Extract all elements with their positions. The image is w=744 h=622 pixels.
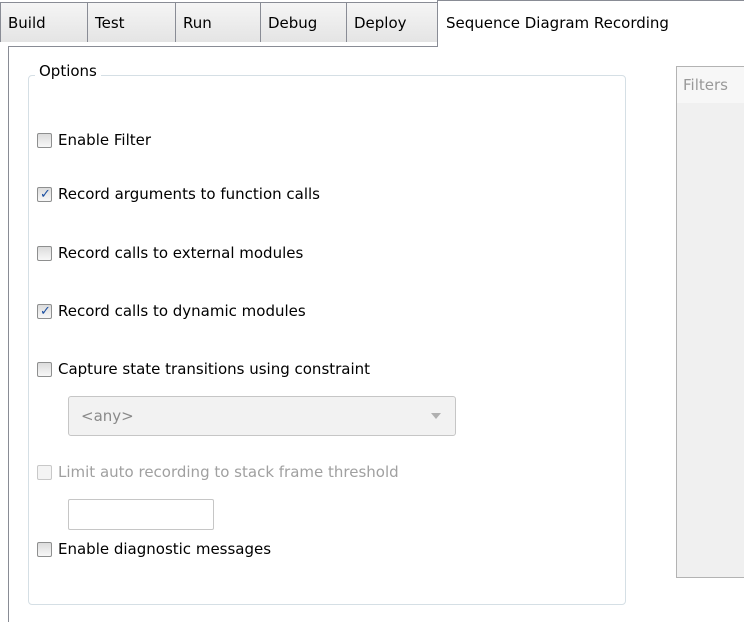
constraint-select[interactable]: <any>	[68, 396, 456, 436]
tab-sequence-diagram-recording[interactable]: Sequence Diagram Recording	[437, 0, 744, 47]
checkbox-box[interactable]	[37, 361, 52, 377]
checkbox-box[interactable]	[37, 245, 52, 261]
checkmark-icon: ✓	[40, 303, 51, 319]
capture-state-checkbox[interactable]: Capture state transitions using constrai…	[37, 358, 370, 380]
limit-auto-checkbox: Limit auto recording to stack frame thre…	[37, 461, 399, 483]
tab-test[interactable]: Test	[87, 2, 176, 42]
capture-state-label: Capture state transitions using constrai…	[58, 360, 371, 378]
checkbox-box[interactable]	[37, 132, 52, 148]
record-external-label: Record calls to external modules	[58, 244, 304, 262]
checkmark-icon: ✓	[40, 186, 51, 202]
tab-build[interactable]: Build	[0, 2, 88, 42]
enable-filter-checkbox[interactable]: Enable Filter	[37, 129, 151, 151]
tab-run[interactable]: Run	[175, 2, 261, 42]
record-dynamic-checkbox[interactable]: ✓ Record calls to dynamic modules	[37, 300, 306, 322]
filters-column-header[interactable]: Filters	[676, 66, 744, 104]
tab-bar: Build Test Run Debug Deploy Sequence Dia…	[0, 0, 744, 47]
stack-frame-threshold-input[interactable]	[68, 499, 214, 530]
record-arguments-label: Record arguments to function calls	[58, 185, 320, 203]
enable-diagnostic-checkbox[interactable]: Enable diagnostic messages	[37, 538, 271, 560]
record-dynamic-label: Record calls to dynamic modules	[58, 302, 306, 320]
checkbox-box[interactable]	[37, 541, 52, 557]
tab-debug[interactable]: Debug	[260, 2, 347, 42]
checkbox-box	[37, 464, 52, 480]
limit-auto-label: Limit auto recording to stack frame thre…	[58, 463, 399, 481]
constraint-select-value: <any>	[81, 407, 134, 425]
tab-deploy[interactable]: Deploy	[346, 2, 438, 42]
record-external-checkbox[interactable]: Record calls to external modules	[37, 242, 303, 264]
chevron-down-icon	[431, 413, 441, 419]
record-arguments-checkbox[interactable]: ✓ Record arguments to function calls	[37, 183, 320, 205]
options-group-title: Options	[35, 62, 101, 80]
enable-filter-label: Enable Filter	[58, 131, 152, 149]
filters-list[interactable]	[676, 103, 744, 578]
checkbox-box[interactable]: ✓	[37, 303, 52, 319]
enable-diagnostic-label: Enable diagnostic messages	[58, 540, 272, 558]
checkbox-box[interactable]: ✓	[37, 186, 52, 202]
